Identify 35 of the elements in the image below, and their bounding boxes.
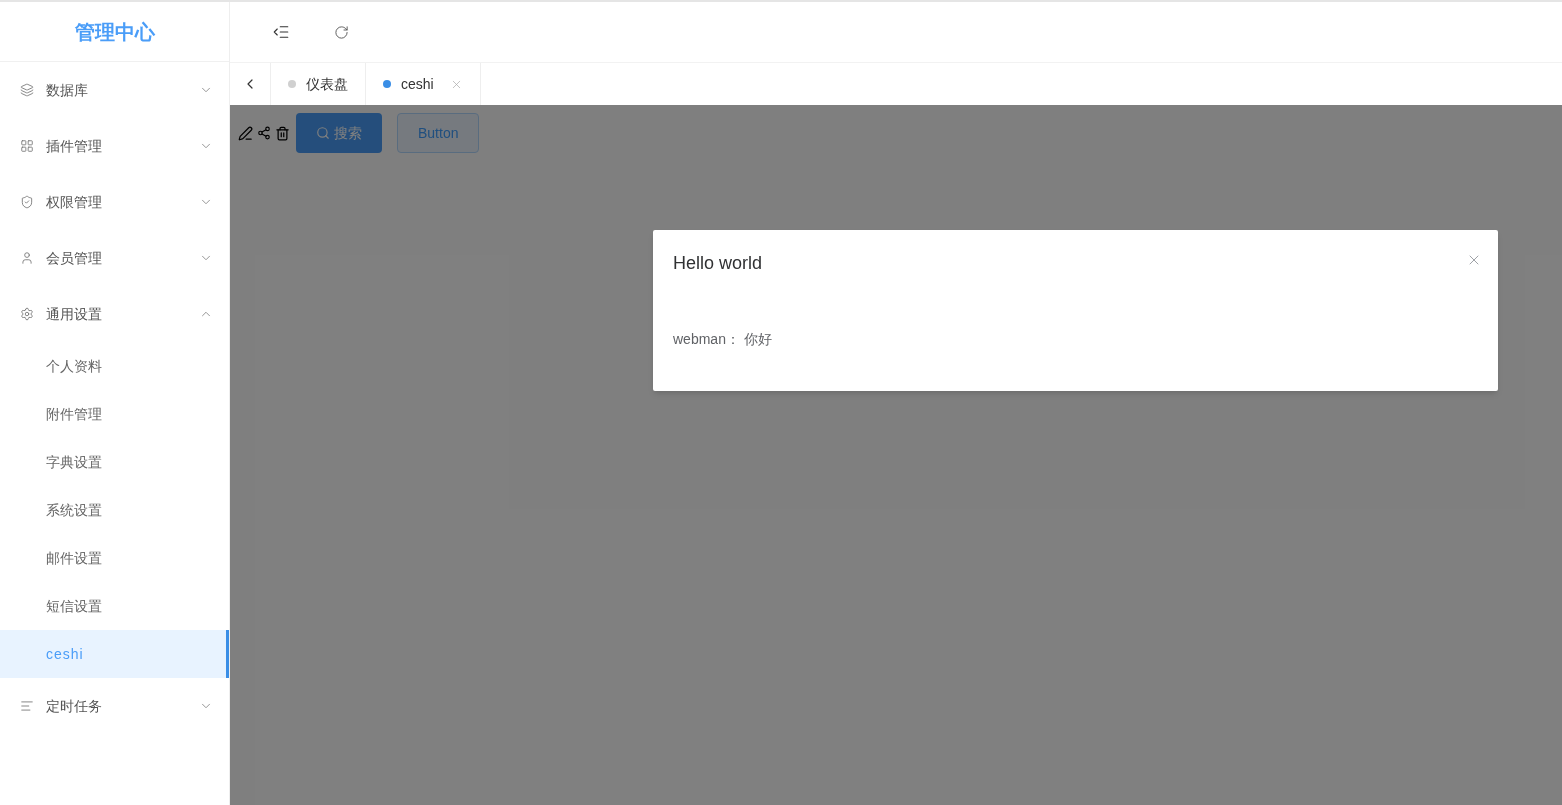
search-icon <box>316 126 330 140</box>
menu-item-label: 通用设置 <box>46 304 103 324</box>
menu-item[interactable]: 会员管理 <box>0 230 229 286</box>
submenu-item[interactable]: 系统设置 <box>0 486 229 534</box>
dialog-title: Hello world <box>673 252 763 275</box>
menu-item-label: 插件管理 <box>46 136 103 156</box>
dialog-message: webman： 你好 <box>673 330 773 349</box>
menu-item-icon <box>20 83 34 97</box>
submenu-item[interactable]: 个人资料 <box>0 342 229 390</box>
refresh-icon <box>334 24 349 40</box>
submenu-item[interactable]: 邮件设置 <box>0 534 229 582</box>
menu-item-icon <box>20 139 34 153</box>
menu-item-icon <box>20 699 34 713</box>
submenu-item[interactable]: 附件管理 <box>0 390 229 438</box>
edit-icon[interactable] <box>238 125 253 141</box>
menu-fold-icon <box>272 23 290 41</box>
menu-item-icon <box>20 251 34 265</box>
menu-item[interactable]: 通用设置 <box>0 286 229 342</box>
share-icon[interactable] <box>257 126 271 140</box>
tab-label: ceshi <box>401 74 434 94</box>
tab-label: 仪表盘 <box>306 74 348 94</box>
submenu-item[interactable]: 字典设置 <box>0 438 229 486</box>
menu-item[interactable]: 数据库 <box>0 62 229 118</box>
menu-item-icon <box>20 195 34 209</box>
menu-item[interactable]: 权限管理 <box>0 174 229 230</box>
trash-icon[interactable] <box>275 125 290 141</box>
menu-item-label: 定时任务 <box>46 696 103 716</box>
submenu-item[interactable]: 短信设置 <box>0 582 229 630</box>
menu-item-icon <box>20 307 34 321</box>
menu-item-label: 数据库 <box>46 80 89 100</box>
menu-item-label: 会员管理 <box>46 248 103 268</box>
app-logo-title: 管理中心 <box>74 18 155 46</box>
menu-item[interactable]: 定时任务 <box>0 678 229 734</box>
menu-item[interactable]: 插件管理 <box>0 118 229 174</box>
menu-item-label: 权限管理 <box>46 192 103 212</box>
